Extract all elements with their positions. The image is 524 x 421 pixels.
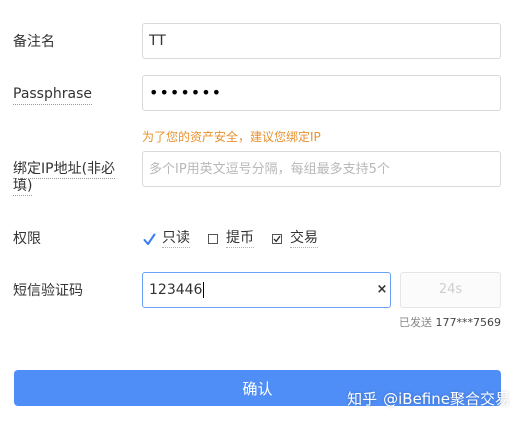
remark-label: 备注名 (13, 34, 55, 50)
watermark-brand: 知乎 (347, 390, 378, 408)
permissions-group: 只读 提币 交易 (142, 229, 336, 249)
permissions-label: 权限 (13, 231, 41, 247)
checkmark-icon (142, 232, 156, 246)
sms-sent-phone: 177***7569 (435, 316, 502, 329)
watermark-author: @iBefine聚合交易 (383, 390, 510, 408)
perm-readonly[interactable]: 只读 (142, 230, 190, 248)
bind-ip-label: 绑定IP地址(非必填) (13, 161, 125, 196)
text-caret (203, 282, 205, 298)
passphrase-label: Passphrase (13, 85, 92, 105)
sms-code-label: 短信验证码 (13, 283, 83, 299)
sms-sent-prefix: 已发送 (399, 316, 432, 329)
checkbox-checked-icon[interactable] (272, 234, 282, 244)
resend-countdown-button[interactable]: 24s (400, 272, 501, 308)
remark-input[interactable]: TT (142, 23, 501, 59)
security-tip: 为了您的资产安全，建议您绑定IP (142, 130, 321, 144)
clear-icon[interactable]: × (376, 283, 388, 297)
sms-code-input[interactable]: 123446 (142, 272, 391, 308)
perm-trade-label: 交易 (290, 230, 318, 248)
bind-ip-input[interactable]: 多个IP用英文逗号分隔，每组最多支持5个 (142, 151, 501, 187)
perm-withdraw[interactable]: 提币 (208, 230, 254, 248)
sms-sent-status: 已发送 177***7569 (399, 314, 501, 330)
perm-withdraw-label: 提币 (226, 230, 254, 248)
watermark: 知乎 @iBefine聚合交易 (347, 388, 510, 409)
passphrase-value: ••••••• (149, 83, 223, 102)
checkbox-unchecked-icon[interactable] (208, 234, 218, 244)
bind-ip-placeholder: 多个IP用英文逗号分隔，每组最多支持5个 (149, 162, 390, 177)
perm-readonly-label: 只读 (162, 230, 190, 248)
remark-value: TT (149, 33, 166, 49)
perm-trade[interactable]: 交易 (272, 230, 318, 248)
sms-code-value: 123446 (149, 282, 203, 298)
passphrase-input[interactable]: ••••••• (142, 75, 501, 111)
bind-ip-label-text: 绑定IP地址(非必填) (13, 161, 116, 196)
